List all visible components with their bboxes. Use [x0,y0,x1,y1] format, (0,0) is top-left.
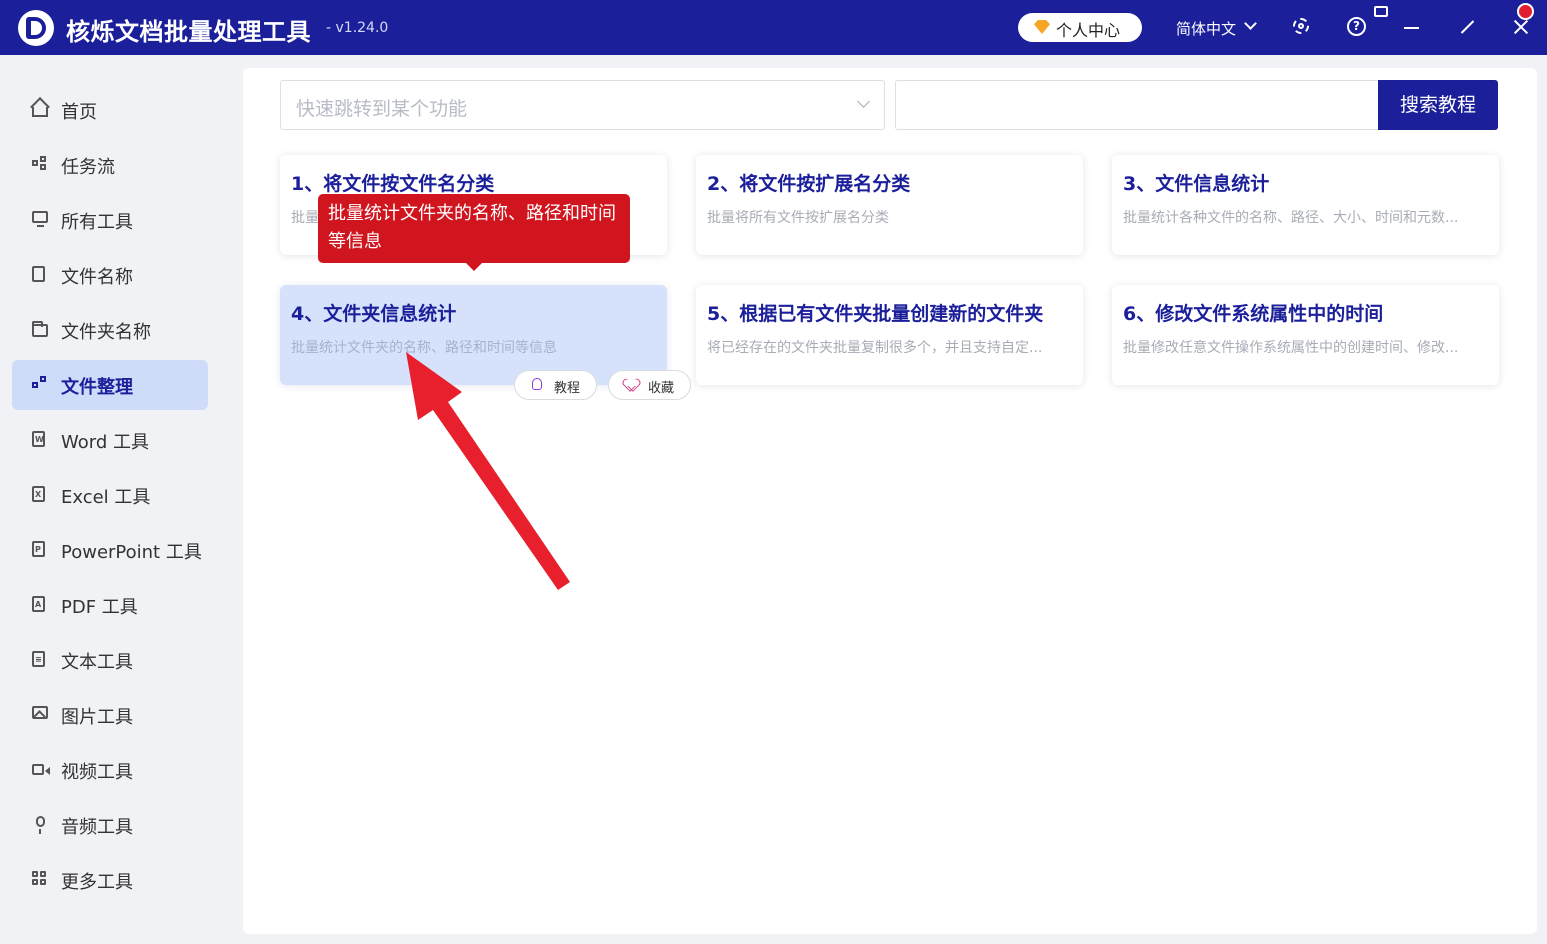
chevron-down-icon [857,95,870,108]
sidebar-item-word-tools[interactable]: W Word 工具 [12,415,208,465]
sidebar-item-label: Excel 工具 [61,487,151,508]
tool-card-6[interactable]: 6、修改文件系统属性中的时间 批量修改任意文件操作系统属性中的创建时间、修改..… [1112,285,1499,385]
heart-icon [625,379,639,391]
audio-icon [36,816,45,834]
sidebar-item-label: 更多工具 [61,872,133,893]
powerpoint-icon: P [32,541,45,557]
tool-card-3[interactable]: 3、文件信息统计 批量统计各种文件的名称、路径、大小、时间和元数... [1112,155,1499,255]
sidebar-item-pdf-tools[interactable]: A PDF 工具 [12,580,208,630]
favorite-button[interactable]: 收藏 [608,370,691,400]
title-bar: 核烁文档批量处理工具 - v1.24.0 个人中心 简体中文 ? [0,0,1547,55]
flow-icon [32,156,48,172]
annotation-arrow [406,352,570,590]
sidebar-item-audio-tools[interactable]: 音频工具 [12,800,208,850]
sidebar-item-workflow[interactable]: 任务流 [12,140,208,190]
quick-jump-select[interactable]: 快速跳转到某个功能 [280,80,885,130]
grid-icon [32,871,48,887]
tool-card-title: 2、将文件按扩展名分类 [707,173,911,195]
favorite-button-label: 收藏 [648,381,675,396]
folder-icon [32,321,48,337]
tool-card-title: 1、将文件按文件名分类 [291,173,495,195]
sidebar-item-file-organize[interactable]: 文件整理 [12,360,208,410]
chevron-down-icon[interactable] [1244,17,1257,30]
tooltip: 批量统计文件夹的名称、路径和时间等信息 [318,194,630,271]
sidebar-item-label: 首页 [61,102,97,123]
arrow-shape [406,352,570,590]
sidebar-item-label: 文件整理 [61,377,133,398]
sidebar-item-label: 文件夹名称 [61,322,151,343]
logo-icon [18,10,54,46]
personal-center-button[interactable]: 个人中心 [1018,13,1142,42]
tool-card-title: 3、文件信息统计 [1123,173,1270,195]
organize-icon [32,376,48,392]
app-version: - v1.24.0 [326,20,389,36]
sidebar-item-home[interactable]: 首页 [12,85,208,135]
sidebar-item-label: 音频工具 [61,817,133,838]
sidebar-item-label: PowerPoint 工具 [61,542,202,563]
tool-card-title: 4、文件夹信息统计 [291,303,457,325]
app-title: 核烁文档批量处理工具 [66,18,311,46]
sidebar-item-text-tools[interactable]: ≡ 文本工具 [12,635,208,685]
personal-center-label: 个人中心 [1056,21,1121,40]
maximize-icon[interactable] [1455,15,1479,39]
sidebar-item-label: Word 工具 [61,432,149,453]
tool-card-desc: 批量修改任意文件操作系统属性中的创建时间、修改... [1123,340,1459,356]
crown-icon [1034,20,1050,34]
tool-card-desc: 将已经存在的文件夹批量复制很多个，并且支持自定... [707,340,1043,356]
home-icon [32,107,48,117]
tool-card-title: 6、修改文件系统属性中的时间 [1123,303,1384,325]
sidebar-item-more-tools[interactable]: 更多工具 [12,855,208,905]
minimize-icon[interactable] [1400,15,1424,39]
image-icon [32,706,48,719]
sidebar-item-all-tools[interactable]: 所有工具 [12,195,208,245]
tutorial-search-input[interactable] [895,80,1379,130]
sidebar-item-powerpoint-tools[interactable]: P PowerPoint 工具 [12,525,208,575]
tool-card-5[interactable]: 5、根据已有文件夹批量创建新的文件夹 将已经存在的文件夹批量复制很多个，并且支持… [696,285,1083,385]
sidebar-item-label: 视频工具 [61,762,133,783]
sidebar-item-label: 图片工具 [61,707,133,728]
sidebar-item-image-tools[interactable]: 图片工具 [12,690,208,740]
search-tutorial-button[interactable]: 搜索教程 [1378,80,1498,130]
quick-jump-placeholder: 快速跳转到某个功能 [296,98,468,120]
settings-icon[interactable] [1290,15,1314,39]
sidebar-item-folder-name[interactable]: 文件夹名称 [12,305,208,355]
file-icon [32,266,45,282]
monitor-icon [32,211,48,227]
help-icon[interactable]: ? [1345,15,1369,39]
sidebar-item-excel-tools[interactable]: X Excel 工具 [12,470,208,520]
notification-badge[interactable] [1517,3,1534,20]
sidebar-item-video-tools[interactable]: 视频工具 [12,745,208,795]
feedback-icon[interactable] [1374,6,1390,19]
tool-card-title: 5、根据已有文件夹批量创建新的文件夹 [707,303,1044,325]
language-select[interactable]: 简体中文 [1176,18,1236,39]
pdf-icon: A [32,596,45,612]
sidebar-item-label: 文件名称 [61,267,133,288]
word-icon: W [32,431,45,447]
tool-card-2[interactable]: 2、将文件按扩展名分类 批量将所有文件按扩展名分类 [696,155,1083,255]
sidebar-item-label: 文本工具 [61,652,133,673]
sidebar: 首页 任务流 所有工具 文件名称 文件夹名称 文件整理 W Word 工具 X … [0,55,224,944]
sidebar-item-file-name[interactable]: 文件名称 [12,250,208,300]
excel-icon: X [32,486,45,502]
video-icon [32,764,50,775]
tool-card-desc: 批量将所有文件按扩展名分类 [707,210,889,226]
sidebar-item-label: 所有工具 [61,212,133,233]
text-icon: ≡ [32,651,45,667]
sidebar-item-label: PDF 工具 [61,597,138,618]
sidebar-item-label: 任务流 [61,157,115,178]
tool-card-desc: 批量统计各种文件的名称、路径、大小、时间和元数... [1123,210,1459,226]
